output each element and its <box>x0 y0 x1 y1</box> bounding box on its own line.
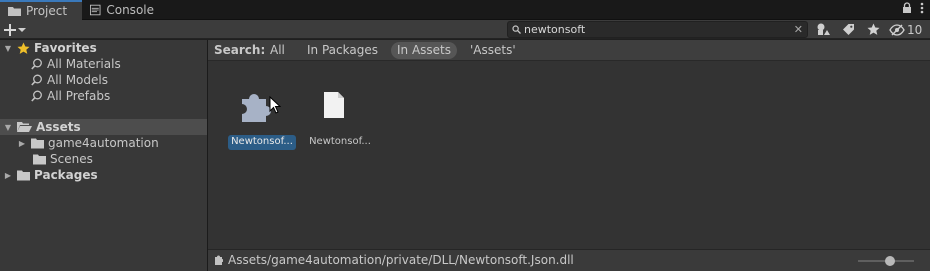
tree-item-game4automation[interactable]: ▶ game4automation <box>0 135 207 151</box>
window-controls <box>902 2 924 14</box>
folder-icon <box>17 170 30 180</box>
dll-file-icon <box>215 255 223 265</box>
tree-item-label: All Materials <box>47 57 121 71</box>
search-by-type-button[interactable] <box>811 21 835 38</box>
scope-all-button[interactable]: All <box>264 42 291 59</box>
search-field[interactable]: ✕ <box>507 21 808 38</box>
tab-project[interactable]: Project <box>0 0 82 20</box>
search-by-label-button[interactable] <box>836 21 860 38</box>
asset-name-label: Newtonsof... <box>309 136 371 147</box>
folder-icon <box>33 154 46 164</box>
hidden-count-label: 10 <box>907 22 923 37</box>
mouse-cursor-icon <box>269 96 281 114</box>
asset-name-label: Newtonsof... <box>228 135 296 150</box>
tree-item-all-prefabs[interactable]: All Prefabs <box>0 88 207 104</box>
lock-icon[interactable] <box>902 2 912 14</box>
kebab-menu-icon[interactable] <box>920 2 924 14</box>
tree-item-scenes[interactable]: Scenes <box>0 151 207 167</box>
tag-icon <box>842 24 854 35</box>
search-scope-bar: Search: All In Packages In Assets 'Asset… <box>208 40 930 61</box>
search-input[interactable] <box>521 23 794 36</box>
expand-arrow-icon[interactable]: ▼ <box>2 44 14 53</box>
tree-item-favorites[interactable]: ▼ Favorites <box>0 40 207 56</box>
star-icon <box>17 42 30 54</box>
tree-item-label: game4automation <box>48 136 159 150</box>
tree-item-assets[interactable]: ▼ Assets <box>0 119 207 135</box>
puzzle-icon <box>231 80 281 130</box>
tree-item-label: Assets <box>36 120 81 134</box>
favorite-search-button[interactable] <box>861 21 885 38</box>
search-icon <box>31 90 42 102</box>
status-path-label: Assets/game4automation/private/DLL/Newto… <box>228 253 574 267</box>
folder-open-icon <box>17 122 32 132</box>
scope-in-assets-button[interactable]: In Assets <box>391 42 458 59</box>
create-dropdown-button[interactable] <box>4 21 26 38</box>
status-bar: Assets/game4automation/private/DLL/Newto… <box>208 249 930 271</box>
tree-item-all-materials[interactable]: All Materials <box>0 56 207 72</box>
search-icon <box>31 58 42 70</box>
tab-console[interactable]: Console <box>82 0 162 20</box>
hidden-packages-toggle[interactable]: 10 <box>889 21 922 38</box>
asset-browser: Search: All In Packages In Assets 'Asset… <box>208 40 930 271</box>
star-icon <box>867 23 879 35</box>
scope-folder-button[interactable]: 'Assets' <box>464 42 522 59</box>
selected-asset-path: Assets/game4automation/private/DLL/Newto… <box>214 253 574 267</box>
eye-hidden-icon <box>889 23 905 36</box>
tab-bar: Project Console <box>0 0 930 20</box>
plus-icon <box>4 23 16 36</box>
tree-item-label: Scenes <box>50 152 93 166</box>
type-filter-icon <box>817 23 830 35</box>
tree-item-label: Packages <box>34 168 98 182</box>
chevron-down-icon <box>18 27 26 32</box>
scope-in-packages-button[interactable]: In Packages <box>301 42 384 59</box>
tab-project-label: Project <box>26 4 68 18</box>
tree-item-all-models[interactable]: All Models <box>0 72 207 88</box>
tab-console-label: Console <box>106 3 154 17</box>
console-icon <box>90 4 101 16</box>
folder-icon <box>31 138 44 148</box>
search-scope-label: Search: <box>214 43 266 57</box>
folder-icon <box>8 7 21 16</box>
clear-search-icon[interactable]: ✕ <box>794 23 803 36</box>
tree-item-packages[interactable]: ▶ Packages <box>0 167 207 183</box>
tree-item-label: All Models <box>47 73 108 87</box>
slider-knob[interactable] <box>885 256 895 266</box>
expand-arrow-icon[interactable]: ▶ <box>16 139 28 148</box>
expand-arrow-icon[interactable]: ▶ <box>2 171 14 180</box>
expand-arrow-icon[interactable]: ▼ <box>2 123 14 132</box>
search-icon <box>512 25 521 34</box>
thumbnail-size-slider[interactable] <box>858 254 914 268</box>
tree-item-label: Favorites <box>34 41 97 55</box>
search-icon <box>31 74 42 86</box>
document-icon <box>309 80 359 130</box>
project-toolbar: ✕ 10 <box>0 20 930 39</box>
folder-tree: ▼ Favorites All Materials All Models All… <box>0 40 207 271</box>
tree-item-label: All Prefabs <box>47 89 111 103</box>
